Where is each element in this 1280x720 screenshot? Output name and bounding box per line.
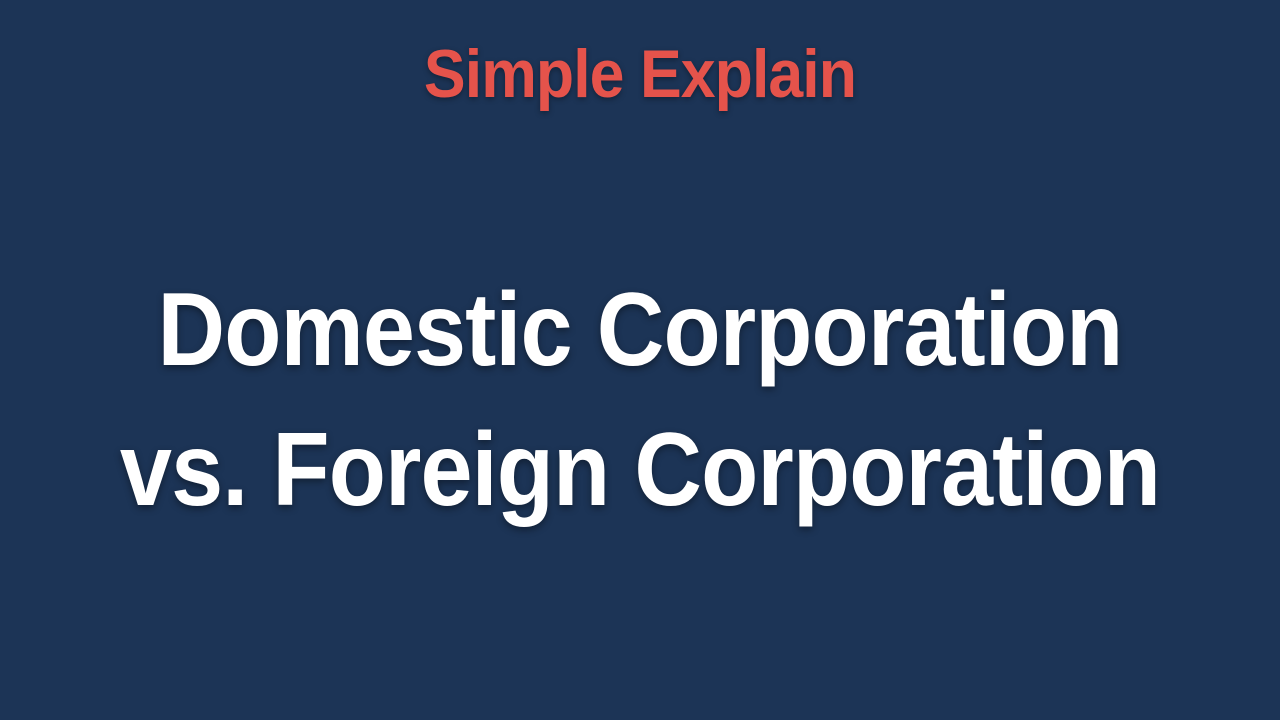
slide-title-line-2: vs. Foreign Corporation — [119, 412, 1161, 528]
slide-title-line-1: Domestic Corporation — [157, 272, 1124, 388]
title-slide: Simple Explain Domestic Corporation vs. … — [0, 0, 1280, 720]
channel-brand-title: Simple Explain — [423, 36, 857, 112]
